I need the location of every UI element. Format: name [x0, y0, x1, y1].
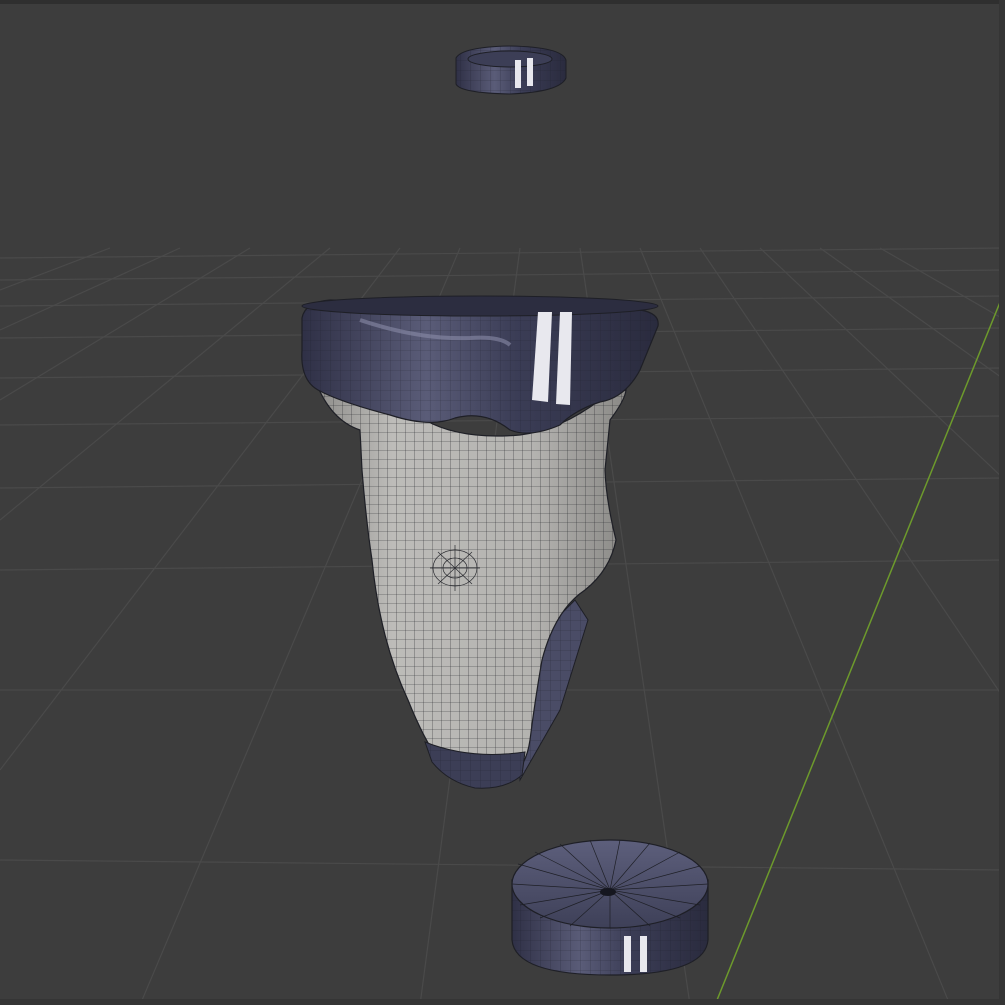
viewport-right-border [999, 0, 1005, 1005]
cylinder-base-object[interactable] [511, 839, 709, 976]
garment-mesh-object[interactable] [301, 295, 659, 789]
small-ring-object[interactable] [455, 45, 567, 95]
y-axis-line [714, 289, 1005, 1005]
3d-viewport[interactable] [0, 0, 1005, 1005]
viewport-bottom-border [0, 999, 1005, 1005]
viewport-canvas[interactable] [0, 0, 1005, 1005]
